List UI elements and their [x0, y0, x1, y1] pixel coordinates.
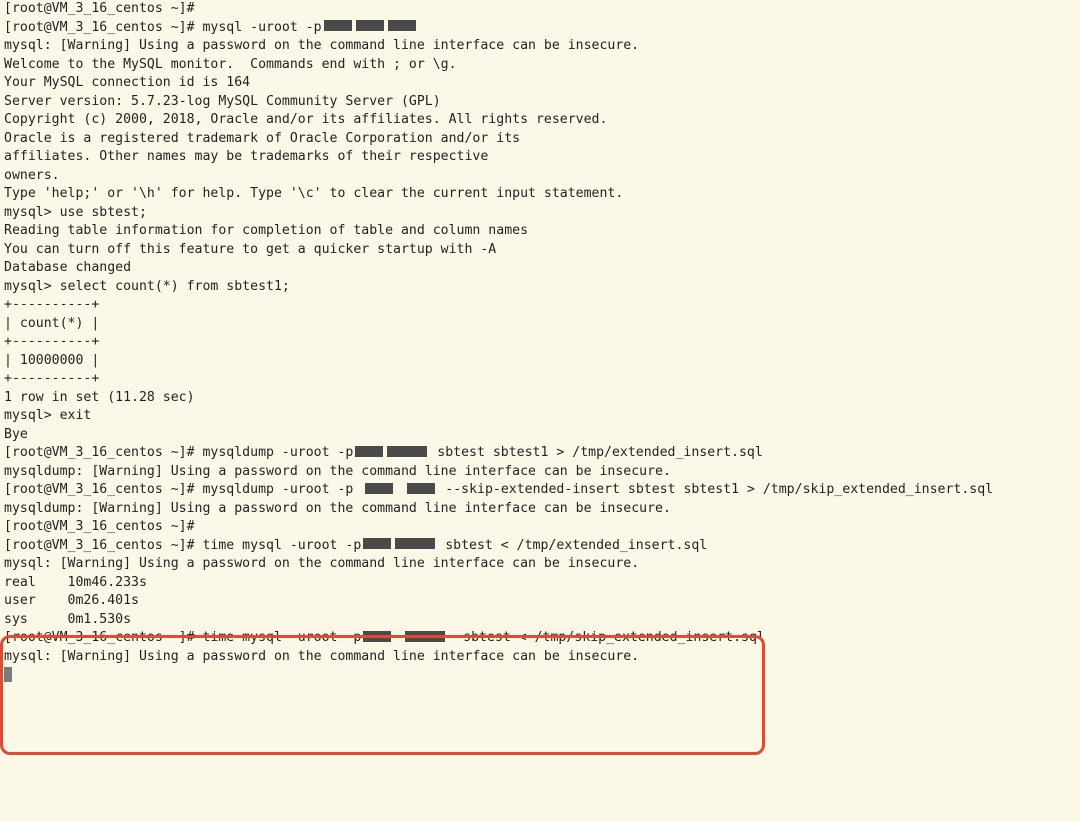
terminal-line: mysql: [Warning] Using a password on the… [4, 555, 1076, 574]
redacted-password [356, 20, 384, 31]
terminal-line [4, 666, 1076, 685]
terminal-line: [root@VM_3_16_centos ~]# time mysql -uro… [4, 537, 1076, 556]
terminal-line: affiliates. Other names may be trademark… [4, 148, 1076, 167]
redacted-password [363, 538, 391, 549]
redacted-password [363, 631, 391, 642]
terminal-line: mysql> select count(*) from sbtest1; [4, 278, 1076, 297]
cmd-text: [root@VM_3_16_centos ~]# time mysql -uro… [4, 538, 361, 553]
terminal-line: mysqldump: [Warning] Using a password on… [4, 463, 1076, 482]
terminal-line: Copyright (c) 2000, 2018, Oracle and/or … [4, 111, 1076, 130]
terminal-line: [root@VM_3_16_centos ~]# mysqldump -uroo… [4, 481, 1076, 500]
terminal-line: Database changed [4, 259, 1076, 278]
redacted-password [387, 446, 427, 457]
terminal-output[interactable]: [root@VM_3_16_centos ~]# [root@VM_3_16_c… [4, 0, 1076, 685]
cmd-text: sbtest < /tmp/extended_insert.sql [437, 538, 707, 553]
redacted-password [407, 483, 435, 494]
terminal-line: sys 0m1.530s [4, 611, 1076, 630]
terminal-line: | count(*) | [4, 315, 1076, 334]
terminal-line: [root@VM_3_16_centos ~]# time mysql -uro… [4, 629, 1076, 648]
terminal-line: Your MySQL connection id is 164 [4, 74, 1076, 93]
terminal-line: +----------+ [4, 333, 1076, 352]
terminal-line: mysql> use sbtest; [4, 204, 1076, 223]
terminal-line: 1 row in set (11.28 sec) [4, 389, 1076, 408]
cmd-text: [root@VM_3_16_centos ~]# mysqldump -uroo… [4, 482, 353, 497]
terminal-line: [root@VM_3_16_centos ~]# [4, 518, 1076, 537]
terminal-line: Bye [4, 426, 1076, 445]
terminal-line: Server version: 5.7.23-log MySQL Communi… [4, 93, 1076, 112]
terminal-line: user 0m26.401s [4, 592, 1076, 611]
terminal-line: +----------+ [4, 296, 1076, 315]
redacted-password [395, 538, 435, 549]
redacted-password [324, 20, 352, 31]
cmd-text: sbtest < /tmp/skip_extended_insert.sql [447, 630, 765, 645]
terminal-line: +----------+ [4, 370, 1076, 389]
terminal-line: owners. [4, 167, 1076, 186]
terminal-line: [root@VM_3_16_centos ~]# mysql -uroot -p [4, 19, 1076, 38]
redacted-password [365, 483, 393, 494]
cmd-text: [root@VM_3_16_centos ~]# mysql -uroot -p [4, 20, 322, 35]
terminal-line: [root@VM_3_16_centos ~]# [4, 0, 1076, 19]
cmd-text: sbtest sbtest1 > /tmp/extended_insert.sq… [429, 445, 762, 460]
terminal-line: mysql> exit [4, 407, 1076, 426]
redacted-password [405, 631, 445, 642]
terminal-line: Reading table information for completion… [4, 222, 1076, 241]
terminal-line: mysqldump: [Warning] Using a password on… [4, 500, 1076, 519]
cmd-text: [root@VM_3_16_centos ~]# time mysql -uro… [4, 630, 361, 645]
terminal-line: mysql: [Warning] Using a password on the… [4, 37, 1076, 56]
cmd-text: [root@VM_3_16_centos ~]# mysqldump -uroo… [4, 445, 353, 460]
cmd-text: --skip-extended-insert sbtest sbtest1 > … [437, 482, 993, 497]
redacted-password [355, 446, 383, 457]
terminal-line: mysql: [Warning] Using a password on the… [4, 648, 1076, 667]
terminal-line: Welcome to the MySQL monitor. Commands e… [4, 56, 1076, 75]
terminal-line: real 10m46.233s [4, 574, 1076, 593]
terminal-line: [root@VM_3_16_centos ~]# mysqldump -uroo… [4, 444, 1076, 463]
terminal-line: Oracle is a registered trademark of Orac… [4, 130, 1076, 149]
terminal-line: You can turn off this feature to get a q… [4, 241, 1076, 260]
cursor-block [4, 667, 12, 682]
redacted-password [388, 20, 416, 31]
terminal-line: Type 'help;' or '\h' for help. Type '\c'… [4, 185, 1076, 204]
terminal-line: | 10000000 | [4, 352, 1076, 371]
